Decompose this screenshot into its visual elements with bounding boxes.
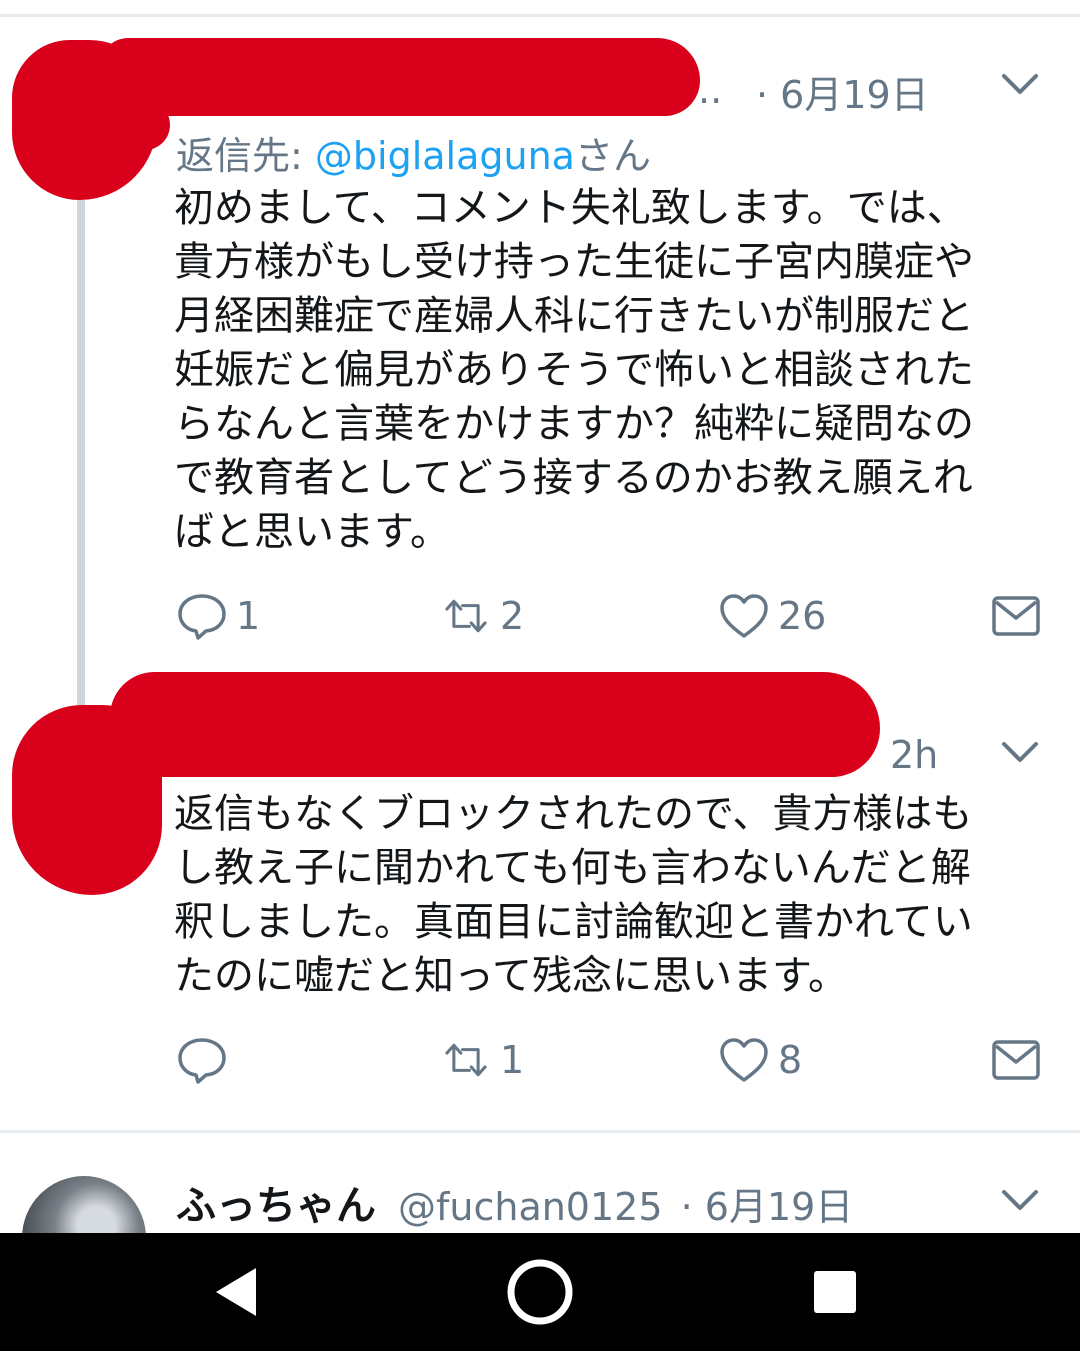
reply-to-line: 返信先: @biglalagunaさん — [176, 125, 651, 180]
author-name[interactable]: ふっちゃん — [176, 1173, 376, 1231]
retweet-count: 1 — [500, 1038, 525, 1082]
tweet-actions: 1 8 — [0, 1030, 1080, 1090]
nav-back-icon — [216, 1268, 256, 1316]
heart-icon — [720, 1038, 768, 1082]
chevron-down-icon[interactable] — [1000, 738, 1040, 768]
author-handle[interactable]: @fuchan0125 — [398, 1185, 663, 1229]
nav-back-button[interactable] — [190, 1233, 280, 1351]
retweet-count: 2 — [500, 594, 525, 638]
reply-button[interactable]: 1 — [176, 586, 260, 646]
redaction-stroke — [20, 100, 170, 150]
heart-icon — [720, 594, 768, 638]
tweet-timestamp[interactable]: 2h — [890, 733, 938, 777]
redacted-author-name — [110, 672, 880, 777]
reply-to-suffix: さん — [574, 134, 651, 178]
reply-button[interactable] — [176, 1030, 236, 1090]
nav-home-icon — [507, 1259, 573, 1325]
retweet-button[interactable]: 1 — [440, 1030, 524, 1090]
like-button[interactable]: 8 — [718, 1030, 802, 1090]
nav-recents-button[interactable] — [790, 1233, 880, 1351]
reply-icon — [178, 1038, 226, 1084]
tweet-divider — [0, 1130, 1080, 1133]
top-divider — [0, 14, 1080, 17]
retweet-icon — [445, 599, 487, 633]
tweet-timestamp[interactable]: · 6月19日 — [681, 1185, 854, 1229]
truncated-ellipsis: .. — [698, 68, 723, 112]
reply-to-handle[interactable]: @biglalaguna — [315, 134, 575, 178]
nav-home-button[interactable] — [490, 1233, 590, 1351]
reply-icon — [178, 594, 226, 640]
redacted-author-name — [100, 38, 700, 116]
retweet-icon — [445, 1043, 487, 1077]
mail-icon — [992, 596, 1040, 636]
like-count: 8 — [778, 1038, 803, 1082]
tweet-actions: 1 2 26 — [0, 586, 1080, 646]
mail-icon — [992, 1040, 1040, 1080]
reply-count: 1 — [236, 594, 261, 638]
like-button[interactable]: 26 — [718, 586, 826, 646]
reply-to-prefix: 返信先: — [176, 134, 315, 178]
retweet-button[interactable]: 2 — [440, 586, 524, 646]
chevron-down-icon[interactable] — [1000, 1186, 1040, 1216]
android-nav-bar — [0, 1233, 1080, 1351]
tweet-timestamp[interactable]: · 6月19日 — [756, 64, 929, 119]
author-handle-and-time: @fuchan0125 · 6月19日 — [398, 1176, 853, 1231]
nav-recents-icon — [814, 1271, 856, 1313]
chevron-down-icon[interactable] — [1000, 70, 1040, 100]
dm-button[interactable] — [990, 1030, 1042, 1090]
dm-button[interactable] — [990, 586, 1042, 646]
like-count: 26 — [778, 594, 827, 638]
tweet-text: 返信もなくブロックされたので、貴方様はも し教え子に聞かれても何も言わないんだと… — [174, 791, 973, 999]
tweet-text: 初めまして、コメント失礼致します。では、 貴方様がもし受け持った生徒に子宮内膜症… — [174, 185, 974, 555]
